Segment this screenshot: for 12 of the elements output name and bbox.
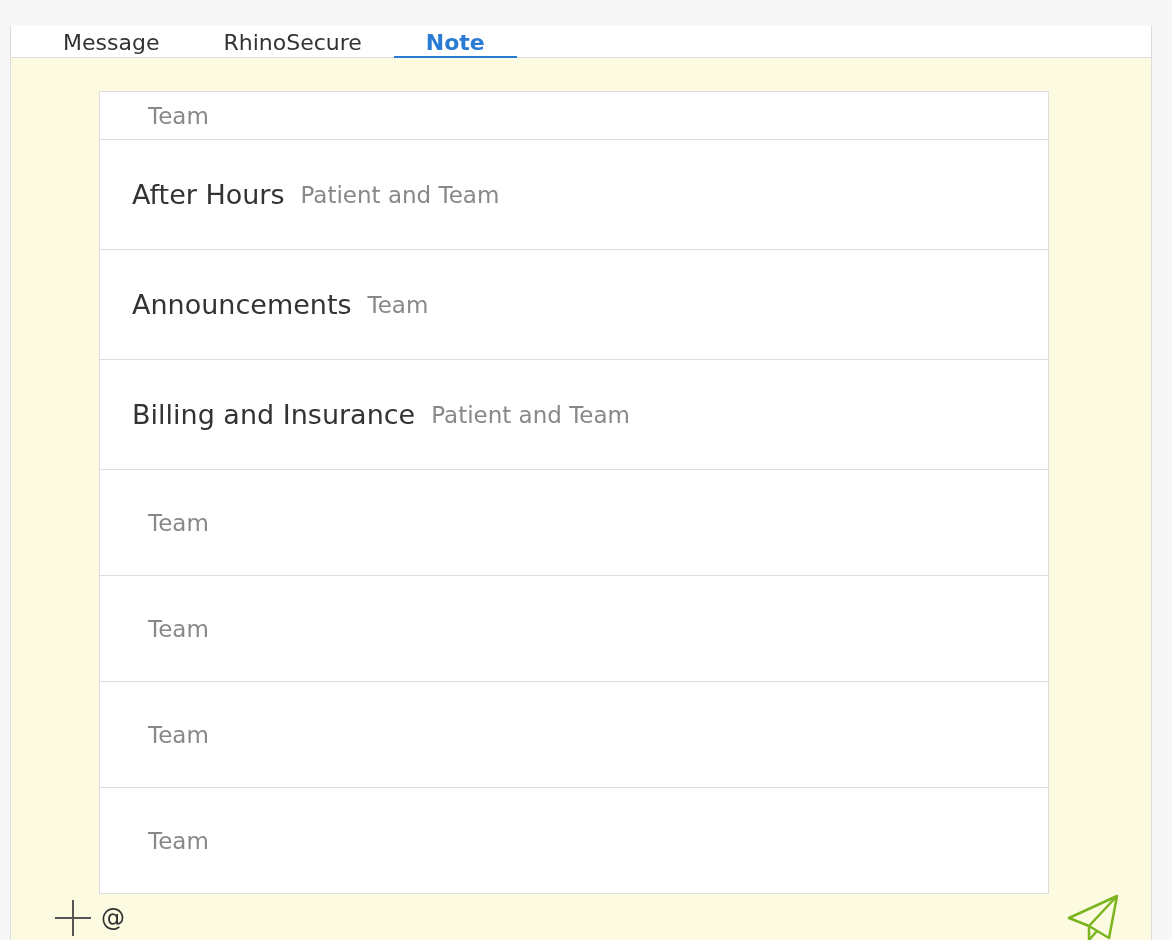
mention-button[interactable]: @ [101,904,125,932]
plus-icon[interactable] [53,898,93,938]
channel-item[interactable]: Billing and Insurance Patient and Team [100,359,1048,469]
channel-item[interactable]: Team [100,92,1048,139]
tab[interactable]: Message [31,27,192,58]
channel-item[interactable]: Announcements Team [100,249,1048,359]
channel-item[interactable]: Team [100,681,1048,787]
tab[interactable]: RhinoSecure [191,27,394,58]
channel-item[interactable]: Team [100,575,1048,681]
channel-item[interactable]: After Hours Patient and Team [100,139,1048,249]
channel-item[interactable]: Team [100,787,1048,893]
channel-item[interactable]: Team [100,469,1048,575]
